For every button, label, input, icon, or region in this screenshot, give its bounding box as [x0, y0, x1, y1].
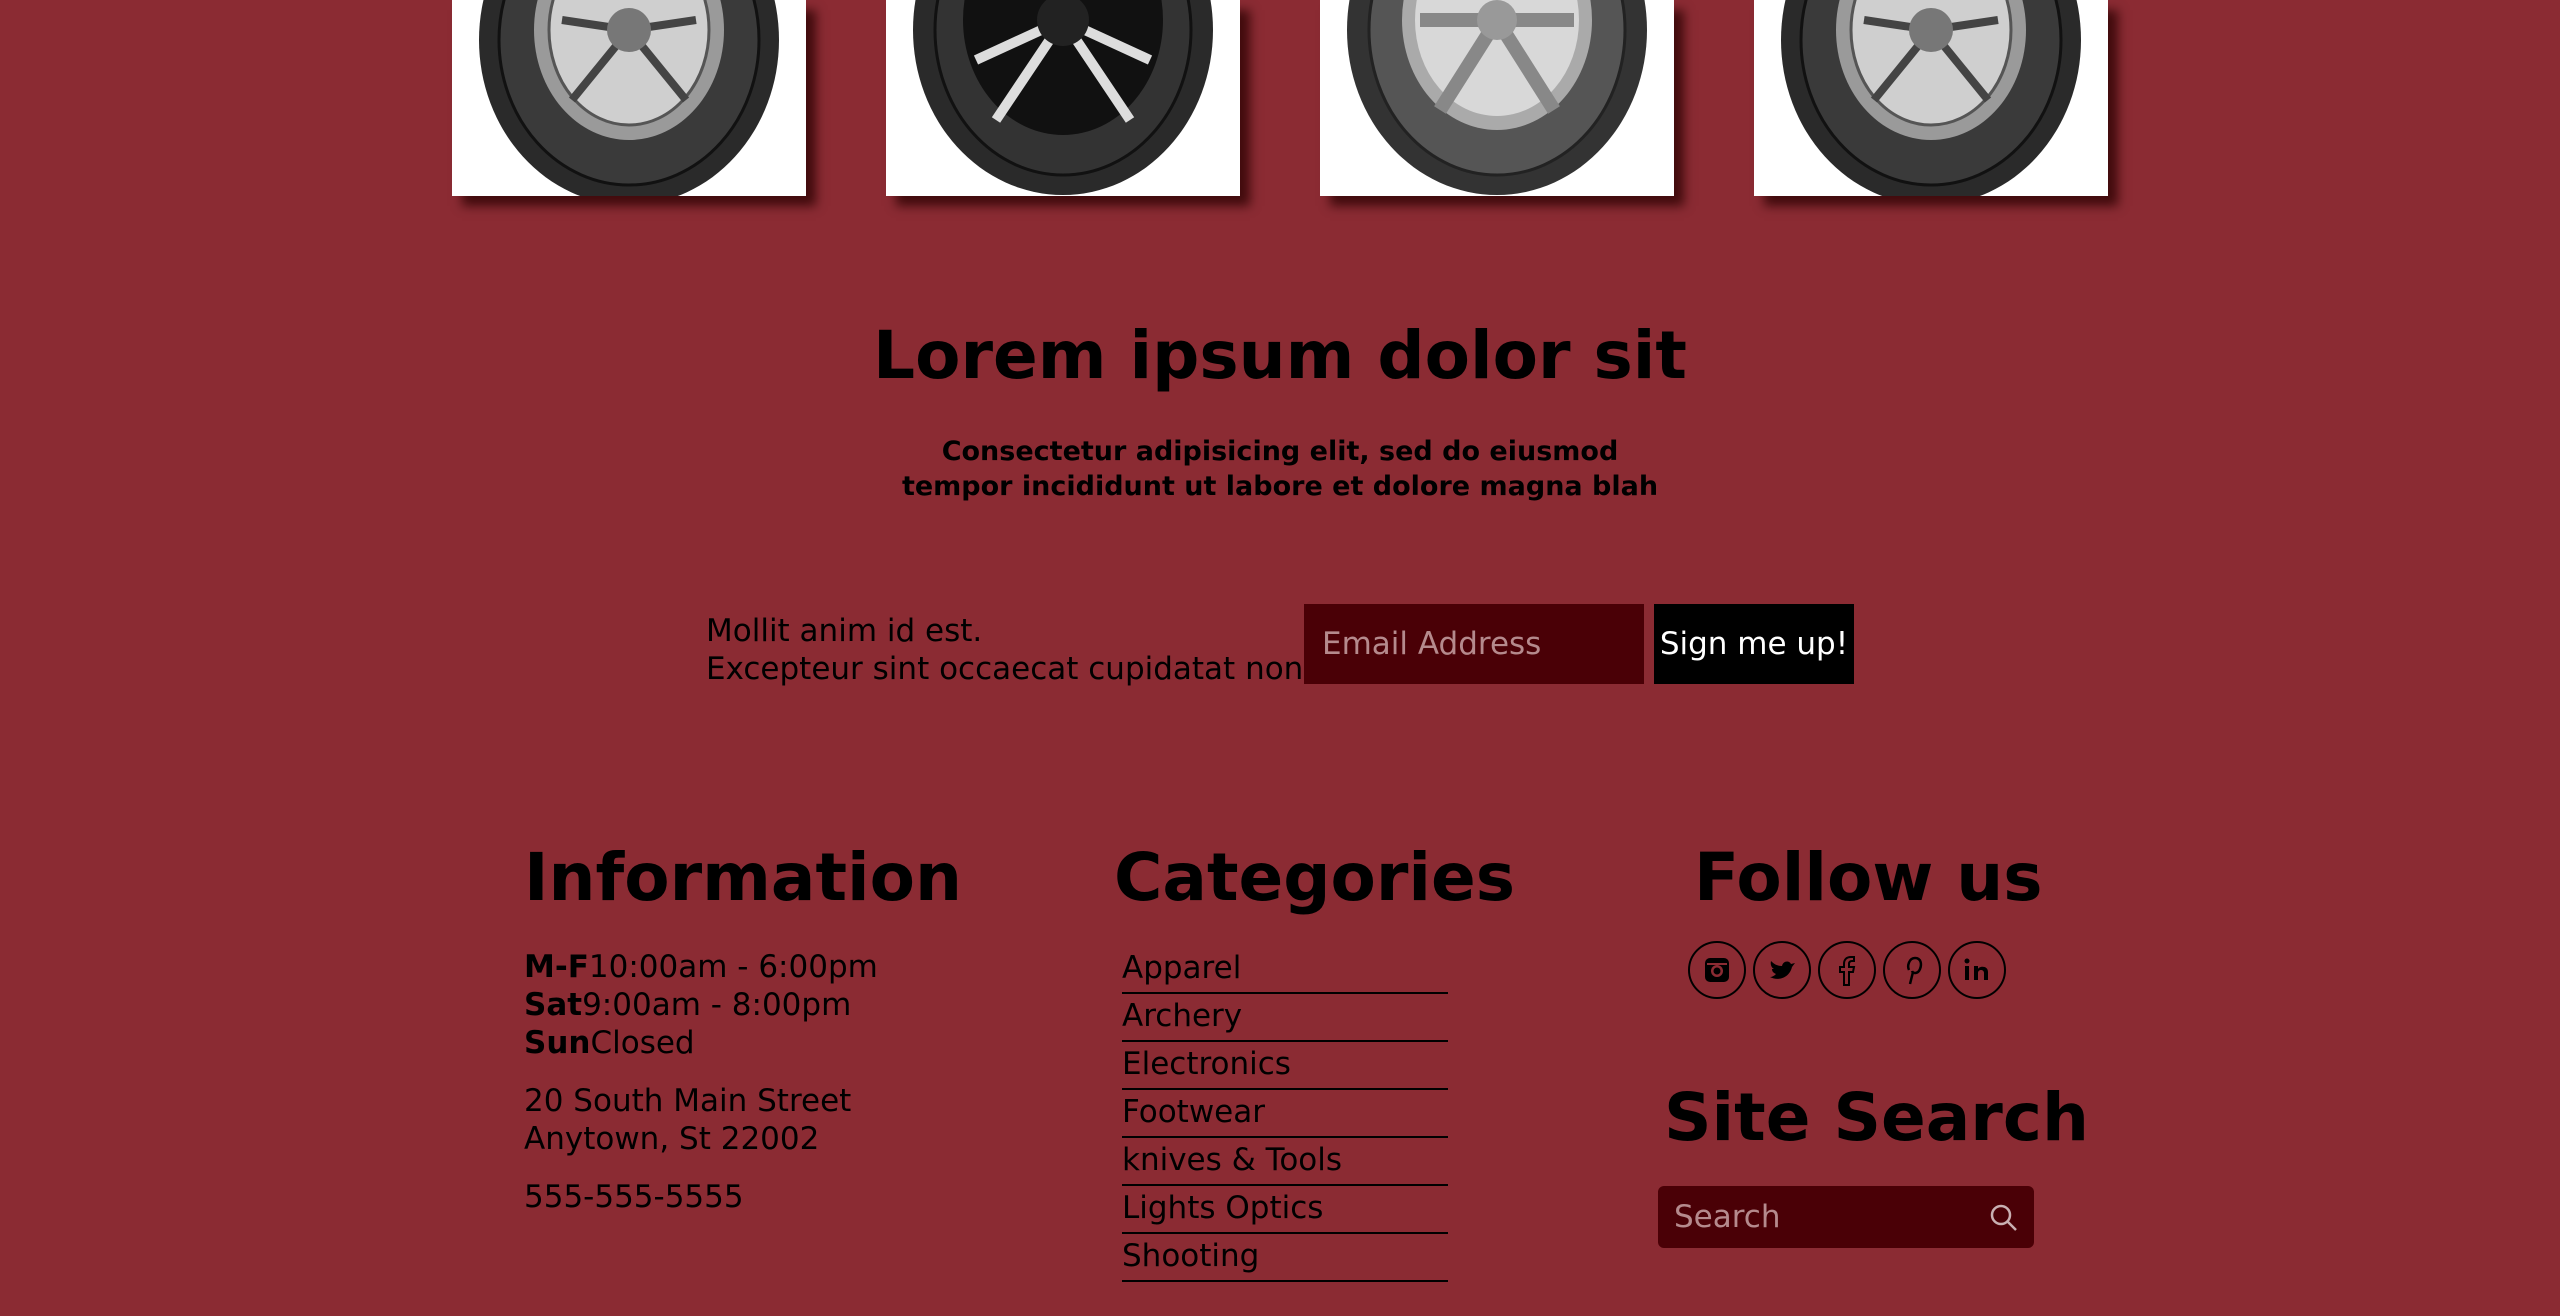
address-line1: 20 South Main Street [524, 1083, 852, 1119]
category-link-electronics[interactable]: Electronics [1122, 1042, 1448, 1090]
tire-image [913, 0, 1213, 195]
hours-row: SunClosed [524, 1024, 878, 1062]
hours-day: M-F [524, 949, 589, 985]
category-link-footwear[interactable]: Footwear [1122, 1090, 1448, 1138]
category-link-archery[interactable]: Archery [1122, 994, 1448, 1042]
hero-subtitle-line1: Consectetur adipisicing elit, sed do eiu… [941, 436, 1619, 467]
category-link-lights-optics[interactable]: Lights Optics [1122, 1186, 1448, 1234]
pinterest-icon[interactable] [1883, 941, 1941, 999]
hours-time: 10:00am - 6:00pm [588, 949, 878, 985]
hours-time: 9:00am - 8:00pm [582, 987, 852, 1023]
sign-up-button[interactable]: Sign me up! [1654, 604, 1854, 684]
hero-subtitle: Consectetur adipisicing elit, sed do eiu… [0, 434, 2560, 504]
hours-row: M-F10:00am - 6:00pm [524, 948, 878, 986]
category-link-shooting[interactable]: Shooting [1122, 1234, 1448, 1282]
product-image-tire-2[interactable] [886, 0, 1240, 196]
signup-text-line2: Excepteur sint occaecat cupidatat non [706, 651, 1304, 687]
facebook-icon[interactable] [1818, 941, 1876, 999]
hours-row: Sat9:00am - 8:00pm [524, 986, 878, 1024]
search-icon[interactable] [1988, 1202, 2020, 1234]
category-list: Apparel Archery Electronics Footwear kni… [1122, 946, 1448, 1282]
follow-heading: Follow us [1694, 839, 2043, 916]
store-address: 20 South Main Street Anytown, St 22002 [524, 1082, 851, 1158]
store-hours: M-F10:00am - 6:00pm Sat9:00am - 8:00pm S… [524, 948, 878, 1062]
hours-day: Sat [524, 987, 583, 1023]
site-search-heading: Site Search [1664, 1079, 2089, 1156]
signup-text-line1: Mollit anim id est. [706, 613, 983, 649]
hero-title: Lorem ipsum dolor sit [873, 317, 1687, 394]
information-heading: Information [524, 839, 962, 916]
linkedin-icon[interactable] [1948, 941, 2006, 999]
tire-image [479, 0, 779, 196]
category-link-apparel[interactable]: Apparel [1122, 946, 1448, 994]
category-link-knives-tools[interactable]: knives & Tools [1122, 1138, 1448, 1186]
product-image-tire-4[interactable] [1754, 0, 2108, 196]
hero-subtitle-line2: tempor incididunt ut labore et dolore ma… [901, 471, 1659, 502]
product-image-tire-3[interactable] [1320, 0, 1674, 196]
twitter-icon[interactable] [1753, 941, 1811, 999]
site-search-box [1658, 1186, 2034, 1248]
store-phone: 555-555-5555 [524, 1179, 744, 1215]
address-line2: Anytown, St 22002 [524, 1121, 820, 1157]
email-field[interactable] [1304, 604, 1644, 684]
social-links [1688, 941, 2006, 999]
hero-section: Lorem ipsum dolor sit Consectetur adipis… [0, 316, 2560, 504]
tire-image [1781, 0, 2081, 196]
signup-text: Mollit anim id est. Excepteur sint occae… [706, 612, 1303, 688]
tire-image [1347, 0, 1647, 195]
product-image-tire-1[interactable] [452, 0, 806, 196]
categories-heading: Categories [1114, 839, 1516, 916]
product-row [0, 0, 2560, 196]
search-input[interactable] [1658, 1186, 1968, 1248]
hours-day: Sun [524, 1025, 591, 1061]
instagram-icon[interactable] [1688, 941, 1746, 999]
hours-time: Closed [590, 1025, 695, 1061]
